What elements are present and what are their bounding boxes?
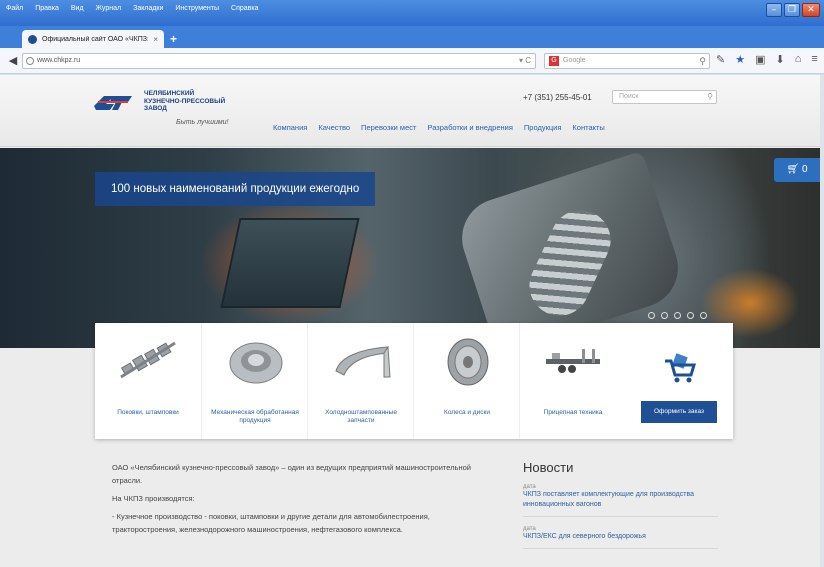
crankshaft-icon (120, 341, 176, 379)
favicon-icon (28, 34, 37, 44)
reload-icon[interactable]: ▾ C (519, 54, 531, 68)
site-search-input[interactable]: Поиск ⚲ (612, 90, 717, 104)
menu-icon[interactable]: ≡ (811, 53, 817, 66)
news-link[interactable]: ЧКПЗ поставляет комплектующие для произв… (523, 490, 718, 510)
menu-list: Файл Правка Вид Журнал Закладки Инструме… (6, 5, 259, 12)
logo-line-3: ЗАВОД (144, 105, 167, 112)
news-heading: Новости (523, 460, 574, 475)
slider-dot[interactable] (674, 312, 681, 319)
menu-edit[interactable]: Правка (35, 5, 59, 12)
browser-search-input[interactable]: G Google ⚲ (544, 53, 710, 69)
intro-paragraph: - Кузнечное производство - поковки, штам… (112, 512, 430, 534)
nav-transport[interactable]: Перевозки мест (361, 123, 416, 132)
nav-quality[interactable]: Качество (318, 123, 350, 132)
back-arrow-icon[interactable]: ◀ (5, 53, 21, 69)
site-header: ЧЕЛЯБИНСКИЙ КУЗНЕЧНО-ПРЕССОВЫЙ ЗАВОД Быт… (0, 75, 820, 147)
menu-file[interactable]: Файл (6, 5, 23, 12)
product-label: Поковки, штамповки (117, 409, 179, 416)
slider-dot[interactable] (661, 312, 668, 319)
product-label: Механическая обработанная продукция (211, 409, 299, 424)
intro-text: ОАО «Челябинский кузнечно-прессовый заво… (112, 461, 482, 541)
new-tab-button[interactable]: + (170, 32, 177, 46)
menu-bookmarks[interactable]: Закладки (133, 5, 163, 12)
vertical-scrollbar[interactable] (820, 75, 824, 567)
product-forgings[interactable]: Поковки, штамповки (95, 323, 201, 439)
pencil-icon[interactable]: ✎ (716, 53, 725, 66)
logo-text[interactable]: ЧЕЛЯБИНСКИЙ КУЗНЕЧНО-ПРЕССОВЫЙ ЗАВОД (144, 90, 225, 113)
menu-help[interactable]: Справка (231, 5, 258, 12)
home-icon[interactable]: ⌂ (795, 53, 802, 66)
news-item: дата ЧКПЗ поставляет комплектующие для п… (523, 481, 718, 517)
product-categories: Поковки, штамповки Механическая обработа… (95, 323, 733, 439)
trailer-icon (546, 349, 600, 373)
menu-tools[interactable]: Инструменты (175, 5, 219, 12)
product-label: Колеса и диски (444, 409, 490, 416)
close-window-button[interactable]: ✕ (802, 3, 820, 17)
tab-title: Официальный сайт ОАО «ЧКПЗ» (42, 35, 149, 43)
globe-icon (26, 57, 34, 65)
tab-active[interactable]: Официальный сайт ОАО «ЧКПЗ» × (22, 30, 164, 48)
product-trailers[interactable]: Прицепная техника (519, 323, 625, 439)
phone-number: +7 (351) 255-45-01 (523, 93, 592, 102)
slider-dot[interactable] (648, 312, 655, 319)
product-stamped[interactable]: Холодноштампованные запчасти (307, 323, 413, 439)
download-icon[interactable]: ⬇ (776, 53, 785, 66)
tab-close-icon[interactable]: × (153, 35, 158, 44)
slider-dots (648, 312, 707, 319)
cart-count: 0 (801, 164, 808, 175)
hero-machine-shape (220, 218, 360, 308)
star-icon[interactable]: ★ (735, 53, 745, 66)
logo-line-2: КУЗНЕЧНО-ПРЕССОВЫЙ (144, 97, 226, 105)
maximize-button[interactable]: ❐ (784, 3, 800, 17)
nav-company[interactable]: Компания (273, 123, 307, 132)
search-icon[interactable]: ⚲ (699, 54, 706, 68)
wheel-icon (447, 338, 489, 386)
nav-products[interactable]: Продукция (524, 123, 562, 132)
intro-paragraph: На ЧКПЗ производятся: (112, 494, 195, 503)
product-wheels[interactable]: Колеса и диски (413, 323, 519, 439)
hero-banner: 100 новых наименований продукции ежегодн… (95, 172, 376, 206)
cart-icon: 🛒︎ (786, 164, 800, 175)
product-machined[interactable]: Механическая обработанная продукция (201, 323, 307, 439)
search-icon[interactable]: ⚲ (707, 91, 713, 103)
slider-dot[interactable] (687, 312, 694, 319)
toolbar-icons: ✎ ★ ▣ ⬇ ⌂ ≡ (716, 53, 818, 66)
main-nav: Компания Качество Перевозки мест Разрабо… (273, 123, 605, 132)
slider-dot[interactable] (700, 312, 707, 319)
menu-history[interactable]: Журнал (96, 5, 122, 12)
news-item: дата ЧКПЗ/ЕКС для северного бездорожья (523, 523, 718, 549)
web-page: ЧЕЛЯБИНСКИЙ КУЗНЕЧНО-ПРЕССОВЫЙ ЗАВОД Быт… (0, 75, 820, 567)
cart-button[interactable]: 🛒︎ 0 (774, 158, 820, 182)
logo-line-1: ЧЕЛЯБИНСКИЙ (144, 90, 195, 97)
news-section: Новости дата ЧКПЗ поставляет комплектующ… (523, 460, 718, 555)
shopping-cart-icon (665, 353, 697, 383)
fender-icon (335, 345, 391, 378)
hero-slider[interactable]: 100 новых наименований продукции ежегодн… (0, 148, 820, 348)
intro-paragraph: ОАО «Челябинский кузнечно-прессовый заво… (112, 463, 471, 485)
slogan: Быть лучшими! (176, 119, 229, 126)
google-icon: G (549, 56, 559, 66)
browser-menubar: Файл Правка Вид Журнал Закладки Инструме… (0, 0, 824, 26)
window-controls: – ❐ ✕ (766, 3, 820, 17)
tab-bar: Официальный сайт ОАО «ЧКПЗ» × + (0, 26, 824, 48)
news-link[interactable]: ЧКПЗ/ЕКС для северного бездорожья (523, 532, 718, 542)
navigation-toolbar: ◀ www.chkpz.ru ▾ C G Google ⚲ ✎ ★ ▣ ⬇ ⌂ … (0, 48, 824, 74)
order-button[interactable]: Оформить заказ (641, 401, 717, 423)
nav-development[interactable]: Разработки и внедрения (427, 123, 512, 132)
address-text: www.chkpz.ru (37, 57, 81, 64)
flange-icon (229, 342, 283, 384)
minimize-button[interactable]: – (766, 3, 782, 17)
menu-view[interactable]: Вид (71, 5, 84, 12)
browser-search-placeholder: Google (563, 57, 586, 64)
bookmarks-icon[interactable]: ▣ (755, 53, 765, 66)
product-label: Холодноштампованные запчасти (325, 409, 397, 424)
nav-contacts[interactable]: Контакты (572, 123, 604, 132)
logo-icon[interactable] (92, 92, 134, 114)
site-search-placeholder: Поиск (619, 93, 639, 100)
product-label: Прицепная техника (543, 409, 603, 416)
address-bar[interactable]: www.chkpz.ru ▾ C (22, 53, 536, 69)
